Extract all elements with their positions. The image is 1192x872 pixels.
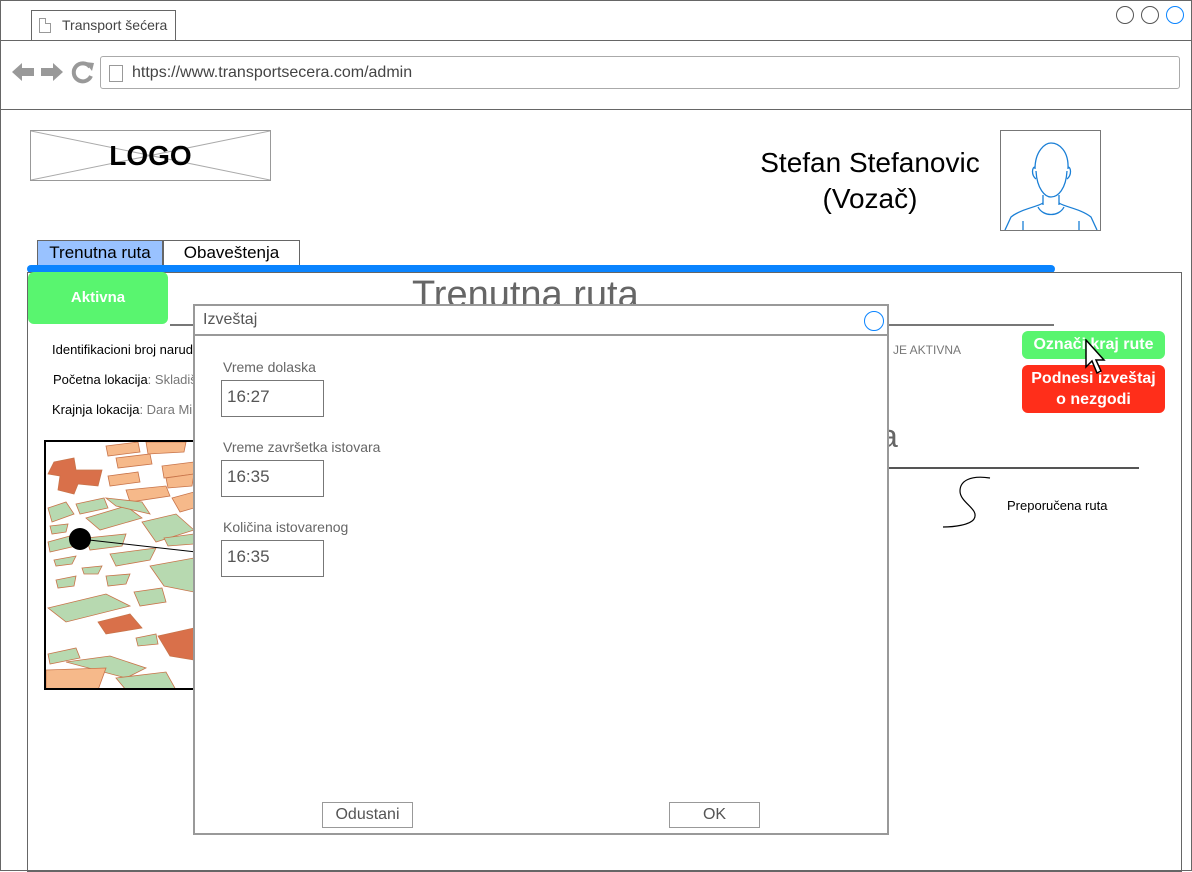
- report-button-line2: o nezgodi: [1056, 391, 1131, 408]
- cancel-button[interactable]: Odustani: [322, 802, 413, 828]
- route-status-text: JE AKTIVNA: [893, 343, 962, 357]
- forward-arrow-icon[interactable]: [39, 59, 65, 89]
- reload-icon[interactable]: [70, 59, 96, 89]
- unloading-end-label: Vreme završetka istovara: [223, 439, 381, 455]
- route-legend-label: Preporučena ruta: [1007, 498, 1108, 513]
- url-text: https://www.transportsecera.com/admin: [132, 64, 413, 81]
- unloaded-quantity-label: Količina istovarenog: [223, 519, 349, 535]
- maximize-icon[interactable]: [1141, 6, 1159, 24]
- unloading-end-field[interactable]: 16:35: [221, 460, 324, 497]
- route-map[interactable]: [44, 440, 196, 690]
- user-name: Stefan Stefanovic: [760, 147, 980, 178]
- mouse-cursor-icon: [1084, 338, 1106, 380]
- section-divider: [888, 467, 1139, 469]
- end-location-row: Krajnja lokacija: Dara Mi: [52, 402, 192, 417]
- tab-trenutna-ruta[interactable]: Trenutna ruta: [37, 240, 163, 266]
- start-location-row: Početna lokacija: Skladiš: [53, 372, 197, 387]
- toolbar-divider: [0, 109, 1192, 110]
- avatar[interactable]: [1000, 130, 1101, 231]
- arrival-time-label: Vreme dolaska: [223, 359, 316, 375]
- browser-tab-title: Transport šećera: [62, 17, 168, 33]
- document-icon: [39, 18, 51, 33]
- back-arrow-icon[interactable]: [10, 59, 36, 89]
- user-info: Stefan Stefanovic (Vozač): [740, 145, 1000, 217]
- user-role: (Vozač): [822, 183, 918, 214]
- arrival-time-field[interactable]: 16:27: [221, 380, 324, 417]
- status-button[interactable]: Aktivna: [28, 272, 168, 324]
- close-window-icon[interactable]: [1166, 6, 1184, 24]
- start-location-value: : Skladiš: [147, 372, 197, 387]
- route-legend-icon: [940, 475, 992, 536]
- ok-button[interactable]: OK: [669, 802, 760, 828]
- unloaded-quantity-field[interactable]: 16:35: [221, 540, 324, 577]
- browser-tab[interactable]: Transport šećera: [31, 10, 176, 41]
- logo-text: LOGO: [109, 140, 192, 171]
- tabbar-divider: [0, 40, 1192, 41]
- start-location-label: Početna lokacija: [53, 372, 148, 387]
- page-icon: [109, 65, 123, 82]
- logo: LOGO: [30, 130, 271, 181]
- close-icon[interactable]: [864, 311, 884, 331]
- dialog-title: Izveštaj: [203, 311, 258, 328]
- order-id-label: Identifikacioni broj narud: [52, 342, 193, 357]
- tab-obavestenja[interactable]: Obaveštenja: [163, 240, 300, 266]
- end-location-value: : Dara Mi: [139, 402, 193, 417]
- end-location-label: Krajnja lokacija: [52, 402, 140, 417]
- minimize-icon[interactable]: [1116, 6, 1134, 24]
- dialog-header: Izveštaj: [195, 306, 887, 336]
- report-dialog: Izveštaj Vreme dolaska 16:27 Vreme završ…: [193, 304, 889, 835]
- order-id-row: Identifikacioni broj narud: [52, 342, 193, 357]
- address-bar[interactable]: https://www.transportsecera.com/admin: [100, 56, 1180, 89]
